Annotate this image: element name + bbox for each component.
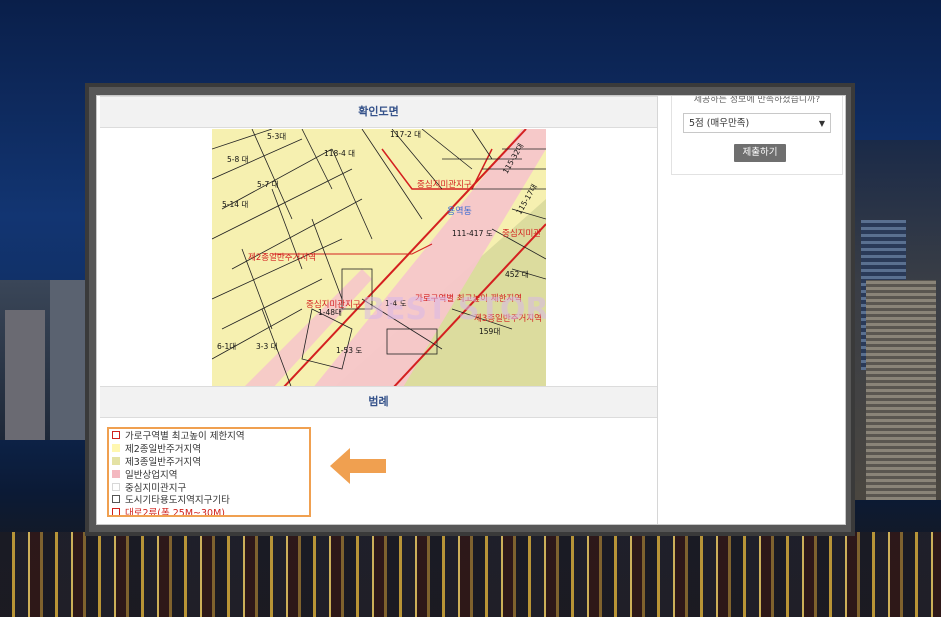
- submit-button[interactable]: 제출하기: [734, 144, 786, 162]
- map-section-title: 확인도면: [100, 96, 657, 128]
- right-buildings: [851, 140, 941, 500]
- map-zone-label: 중심지미관지구: [417, 179, 472, 190]
- map-label: 5-8 대: [227, 155, 249, 164]
- rating-select[interactable]: 5점 (매우만족) ▼: [683, 113, 831, 133]
- map-label: 111-417 도: [452, 229, 493, 238]
- water-reflection: [0, 532, 941, 617]
- legend-item: 도시기타용도지역지구기타: [109, 493, 309, 506]
- map-label: 6-1대: [217, 342, 236, 351]
- legend-swatch: [112, 482, 120, 491]
- legend-item: 제2종일반주거지역: [109, 442, 309, 455]
- map-zone-label: 제2종일반주거지역: [248, 252, 316, 263]
- legend-label: 대로2류(폭 25M~30M): [125, 508, 225, 517]
- legend-swatch: [112, 469, 120, 478]
- legend-swatch: [112, 456, 120, 465]
- legend-swatch: [112, 495, 120, 504]
- map-label: 1-53 도: [336, 346, 362, 355]
- legend-box: 가로구역별 최고높이 제한지역 제2종일반주거지역 제3종일반주거지역 일반상업…: [107, 427, 311, 517]
- legend-swatch: [112, 508, 120, 515]
- content-panel: 확인도면 5-3대 117-2 대 118-4 대 5-8 대 5-7 대 5-…: [96, 95, 846, 525]
- arrow-left-icon: [330, 448, 386, 484]
- legend-item: 가로구역별 최고높이 제한지역: [109, 429, 309, 442]
- survey-panel: 제공하는 정보에 만족하셨습니까? 5점 (매우만족) ▼ 제출하기: [671, 96, 843, 175]
- legend-item: 대로2류(폭 25M~30M): [109, 506, 309, 517]
- map-label: 5-3대: [267, 132, 286, 141]
- left-buildings: [0, 280, 90, 440]
- map-label: 118-4 대: [324, 149, 355, 158]
- survey-question: 제공하는 정보에 만족하셨습니까?: [693, 95, 821, 104]
- map-zone-label: 중심지미관지구: [306, 299, 361, 310]
- map-column: 확인도면 5-3대 117-2 대 118-4 대 5-8 대 5-7 대 5-…: [100, 96, 658, 524]
- legend-item: 일반상업지역: [109, 467, 309, 481]
- legend-item: 제3종일반주거지역: [109, 455, 309, 468]
- caret-down-icon: ▼: [818, 119, 825, 128]
- map-label: 3-3 대: [256, 342, 278, 351]
- legend-section-title: 범례: [100, 386, 657, 418]
- map-label: 159대: [479, 327, 500, 336]
- rating-select-value: 5점 (매우만족): [689, 118, 750, 129]
- map-district-label: 용역동: [447, 206, 472, 217]
- map-label: 452 대: [505, 270, 529, 279]
- map-zone-label: 중심지미관: [502, 228, 541, 239]
- legend-item: 중심지미관지구: [109, 480, 309, 494]
- map-label: 5-14 대: [222, 200, 248, 209]
- legend-swatch: [112, 431, 120, 440]
- map-label: 5-7 대: [257, 180, 279, 189]
- zoning-map[interactable]: 5-3대 117-2 대 118-4 대 5-8 대 5-7 대 5-14 대 …: [212, 129, 546, 389]
- map-label: 117-2 대: [390, 130, 421, 139]
- legend-swatch: [112, 444, 120, 453]
- watermark: BEST STORY: [362, 292, 546, 327]
